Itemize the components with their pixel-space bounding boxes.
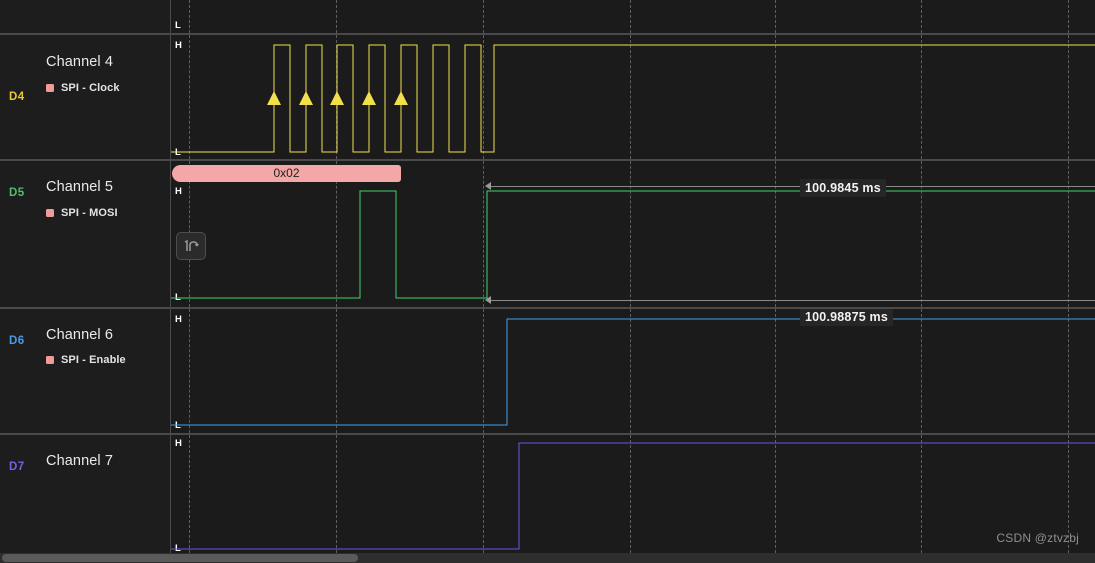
wave-area-d7[interactable]: H L xyxy=(171,435,1095,553)
gridline xyxy=(336,0,337,33)
row-partial-top: L xyxy=(0,0,1095,33)
measurement-label-enable: 100.98875 ms xyxy=(800,309,894,326)
logic-analyzer-view: L D4 Channel 4 SPI - Clock H L D5 Channe… xyxy=(0,0,1095,563)
channel-name-d7: Channel 7 xyxy=(46,453,114,469)
gridline xyxy=(921,0,922,33)
channel-row-d5[interactable]: D5 Channel 5 SPI - MOSI 0x02 H L 100.984… xyxy=(0,161,1095,307)
protocol-text: SPI - Clock xyxy=(61,82,120,94)
protocol-text: SPI - MOSI xyxy=(61,207,118,219)
protocol-label-d4: SPI - Clock xyxy=(46,82,120,94)
protocol-text: SPI - Enable xyxy=(61,354,126,366)
partial-row-panel xyxy=(0,0,171,33)
gridline xyxy=(630,0,631,33)
rising-edge-marker xyxy=(299,91,313,105)
rising-edge-marker xyxy=(267,91,281,105)
measurement-label-mosi: 100.9845 ms xyxy=(800,179,886,197)
channel-panel-d7[interactable]: D7 Channel 7 xyxy=(0,435,171,553)
rising-edge-marker xyxy=(362,91,376,105)
measurement-arrow-left xyxy=(485,296,491,304)
channel-id-d5: D5 xyxy=(9,187,25,199)
channel-panel-d5[interactable]: D5 Channel 5 SPI - MOSI xyxy=(0,161,171,307)
wave-area-d6[interactable]: H L 100.98875 ms xyxy=(171,309,1095,433)
protocol-label-d5: SPI - MOSI xyxy=(46,207,118,219)
measurement-line-mosi-end xyxy=(487,300,1095,301)
channel-panel-d4[interactable]: D4 Channel 4 SPI - Clock xyxy=(0,35,171,159)
waveform-trace-d6 xyxy=(171,318,1095,426)
channel-name-d5: Channel 5 xyxy=(46,179,114,195)
gridline xyxy=(483,0,484,33)
waveform-trace-d5 xyxy=(171,190,1095,299)
measurement-line-mosi xyxy=(487,186,1095,187)
protocol-label-d6: SPI - Enable xyxy=(46,354,126,366)
channel-row-d6[interactable]: D6 Channel 6 SPI - Enable H L 100.98875 … xyxy=(0,309,1095,433)
measurement-arrow-left xyxy=(485,182,491,190)
channel-id-d6: D6 xyxy=(9,335,25,347)
protocol-color-dot xyxy=(46,84,54,92)
gridline xyxy=(189,0,190,33)
axis-label-low: L xyxy=(175,20,182,31)
partial-row-wave: L xyxy=(171,0,1095,33)
channel-id-d4: D4 xyxy=(9,91,25,103)
waveform-trace-d4 xyxy=(171,44,1095,153)
horizontal-scrollbar-thumb[interactable] xyxy=(2,554,358,562)
protocol-color-dot xyxy=(46,209,54,217)
channel-row-d7[interactable]: D7 Channel 7 H L xyxy=(0,435,1095,553)
channel-name-d6: Channel 6 xyxy=(46,327,114,343)
wave-area-d5[interactable]: 0x02 H L 100.9845 ms xyxy=(171,161,1095,307)
wave-area-d4[interactable]: H L xyxy=(171,35,1095,159)
horizontal-scrollbar-track[interactable] xyxy=(0,553,1095,563)
channel-panel-d6[interactable]: D6 Channel 6 SPI - Enable xyxy=(0,309,171,433)
waveform-trace-d7 xyxy=(171,442,1095,550)
rising-edge-marker xyxy=(394,91,408,105)
channel-id-d7: D7 xyxy=(9,461,25,473)
channel-row-d4[interactable]: D4 Channel 4 SPI - Clock H L xyxy=(0,35,1095,159)
gridline xyxy=(775,0,776,33)
protocol-color-dot xyxy=(46,356,54,364)
rising-edge-marker xyxy=(330,91,344,105)
channel-name-d4: Channel 4 xyxy=(46,54,114,70)
gridline xyxy=(1068,0,1069,33)
watermark: CSDN @ztvzbj xyxy=(996,531,1079,545)
